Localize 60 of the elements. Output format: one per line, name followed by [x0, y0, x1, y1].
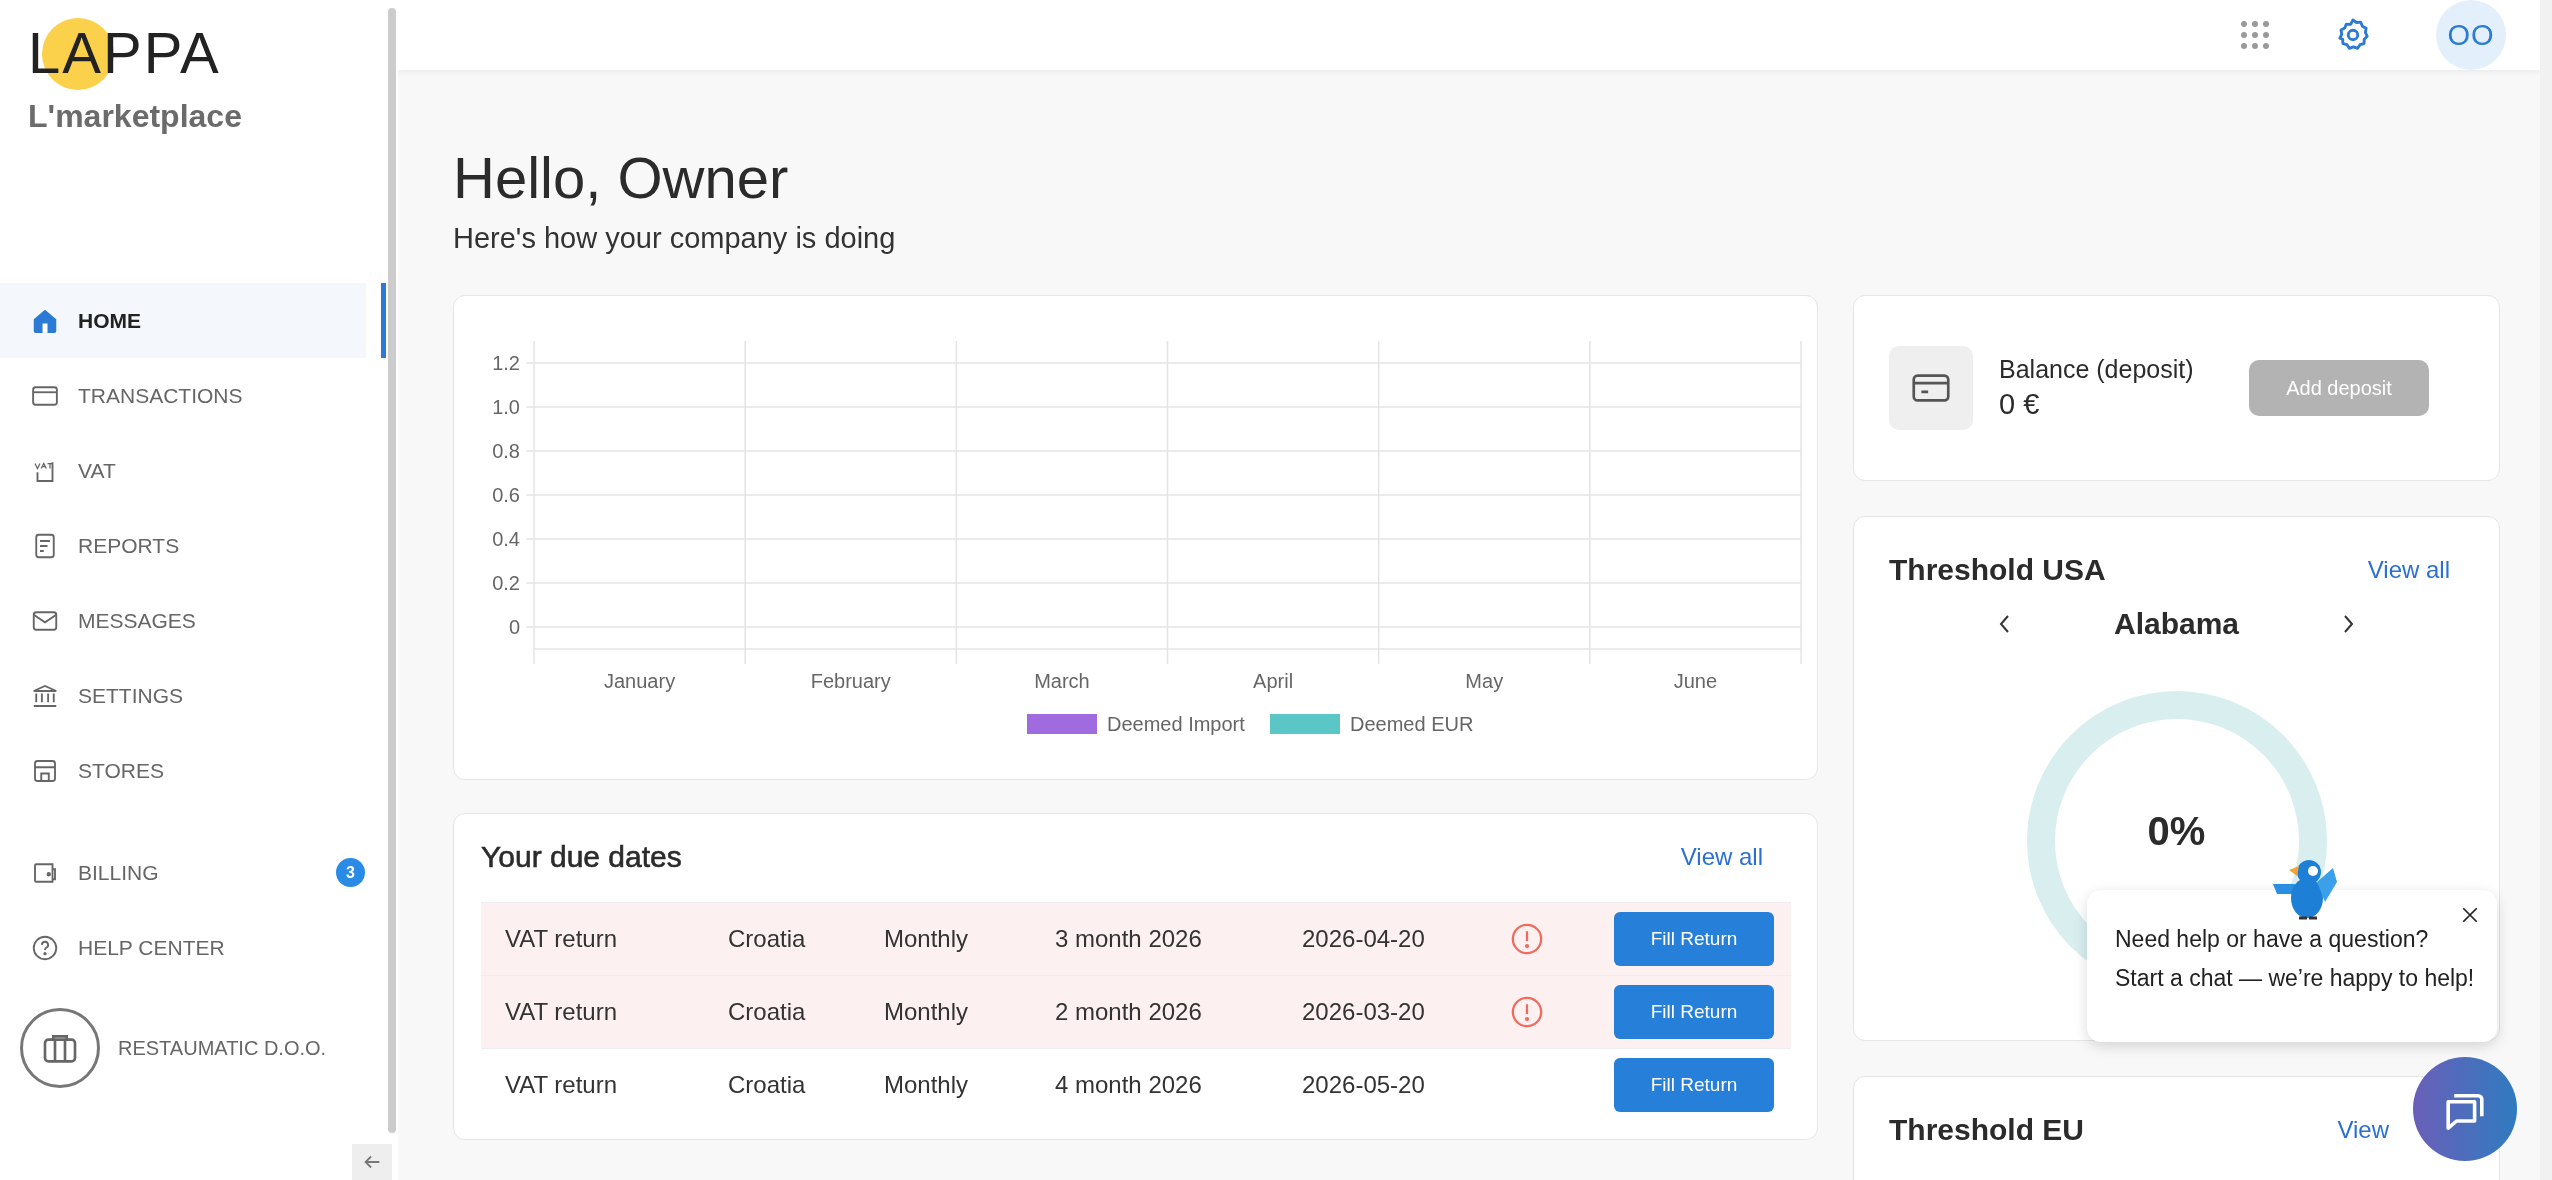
axis-tick-label: 0 — [508, 616, 520, 638]
chat-message: Need help or have a question? — [2115, 926, 2430, 953]
axis-category-label: April — [1253, 670, 1294, 692]
table-cell-text: Croatia — [728, 998, 807, 1026]
nav-item[interactable]: TRANSACTIONS — [0, 358, 386, 433]
view-all-link[interactable]: View all — [2367, 556, 2450, 584]
axis-category-label: May — [1465, 670, 1504, 692]
table-cell-text: 4 month 2026 — [1055, 1071, 1203, 1099]
balance-label: Balance (deposit) — [1999, 355, 2195, 384]
axis-tick-label: 0.2 — [492, 572, 520, 594]
nav-item[interactable]: HOME — [0, 283, 386, 358]
axis-tick-label: 0.4 — [492, 528, 520, 550]
table-cell-text: Monthly — [884, 925, 970, 953]
company-name[interactable]: RESTAUMATIC D.O.O. — [118, 1036, 327, 1060]
user-avatar[interactable]: OO — [2436, 0, 2506, 70]
nav-item[interactable]: MESSAGES — [0, 583, 386, 658]
balance-amount: 0 € — [1999, 388, 2041, 421]
page-title: Hello, Owner — [453, 144, 790, 212]
chat-message: Start a chat — we’re happy to help! — [2115, 965, 2476, 992]
table-cell-text: VAT return — [504, 925, 619, 953]
gauge-value: 0% — [2146, 809, 2207, 854]
fill-return-button[interactable]: Fill Return — [1614, 912, 1774, 966]
card-title: Threshold EU — [1889, 1113, 2084, 1147]
axis-tick-label: 0.8 — [492, 440, 520, 462]
axis-category-label: June — [1673, 670, 1718, 692]
table-cell-text: VAT return — [504, 1071, 619, 1099]
fill-return-button[interactable]: Fill Return — [1614, 985, 1774, 1039]
card-title: Your due dates — [481, 840, 682, 874]
table-cell-text: Croatia — [728, 925, 807, 953]
count-badge: 3 — [336, 858, 365, 887]
axis-category-label: March — [1034, 670, 1090, 692]
table-cell-text: Croatia — [728, 1071, 807, 1099]
fill-return-button[interactable]: Fill Return — [1614, 1058, 1774, 1112]
brand-name: L'marketplace — [28, 98, 243, 135]
view-all-link[interactable]: View — [2337, 1116, 2389, 1144]
card-title: Threshold USA — [1889, 553, 2106, 587]
table-cell-text: 2026-05-20 — [1302, 1071, 1426, 1099]
table-cell-text: 2 month 2026 — [1055, 998, 1203, 1026]
table-cell-text: 3 month 2026 — [1055, 925, 1203, 953]
table-cell-text: 2026-04-20 — [1302, 925, 1426, 953]
axis-tick-label: 1.0 — [492, 396, 520, 418]
nav-item[interactable]: SETTINGS — [0, 658, 386, 733]
page-subtitle: Here's how your company is doing — [453, 222, 897, 255]
nav-item[interactable]: BILLING 3 — [0, 835, 386, 910]
legend-label: Deemed Import — [1107, 713, 1245, 735]
axis-tick-label: 0.6 — [492, 484, 520, 506]
nav-item[interactable]: VAT — [0, 433, 386, 508]
axis-tick-label: 1.2 — [492, 352, 520, 374]
table-cell-text: 2026-03-20 — [1302, 998, 1426, 1026]
legend-label: Deemed EUR — [1350, 713, 1474, 735]
nav-item[interactable]: REPORTS — [0, 508, 386, 583]
state-name: Alabama — [2113, 607, 2240, 641]
table-cell-text: VAT return — [504, 998, 619, 1026]
nav-item[interactable]: HELP CENTER — [0, 910, 386, 985]
axis-category-label: February — [810, 670, 891, 692]
table-cell-text: Monthly — [884, 998, 970, 1026]
nav-item[interactable]: STORES — [0, 733, 386, 808]
view-all-link[interactable]: View all — [1680, 843, 1763, 871]
axis-category-label: January — [604, 670, 676, 692]
table-cell-text: Monthly — [884, 1071, 970, 1099]
